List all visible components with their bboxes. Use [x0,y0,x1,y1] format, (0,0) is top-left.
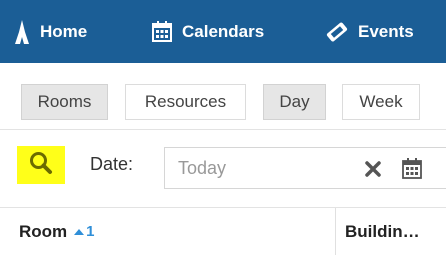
date-field [164,147,446,189]
close-icon[interactable] [361,157,385,181]
column-header-room[interactable]: Room 1 [19,208,95,255]
nav-events-label: Events [358,21,414,41]
date-label: Date: [90,154,134,174]
tab-week[interactable]: Week [342,84,420,120]
search-button[interactable] [17,146,65,184]
date-input[interactable] [178,148,358,188]
tower-icon [14,19,30,44]
search-icon [29,151,53,180]
view-tabs: Rooms Resources Day Week [0,63,446,138]
sort-up-icon [74,228,85,235]
divider [0,129,446,130]
nav-events[interactable]: Events [326,0,414,63]
calendar-icon[interactable] [400,156,424,180]
ticket-icon [326,21,348,43]
tab-resources[interactable]: Resources [125,84,246,120]
column-header-building[interactable]: Buildin… [345,208,420,255]
sort-indicator: 1 [74,223,95,240]
nav-home-label: Home [40,21,88,41]
nav-home[interactable]: Home [14,0,87,63]
column-separator[interactable] [335,208,336,255]
nav-calendars-label: Calendars [182,21,265,41]
table-header: Room 1 Buildin… [0,208,446,255]
column-room-label: Room [19,221,68,241]
top-nav: Home Calendars Events [0,0,446,63]
tab-rooms[interactable]: Rooms [21,84,108,120]
tab-day[interactable]: Day [263,84,326,120]
sort-order: 1 [86,223,95,240]
calendar-icon [152,21,172,42]
nav-calendars[interactable]: Calendars [152,0,264,63]
